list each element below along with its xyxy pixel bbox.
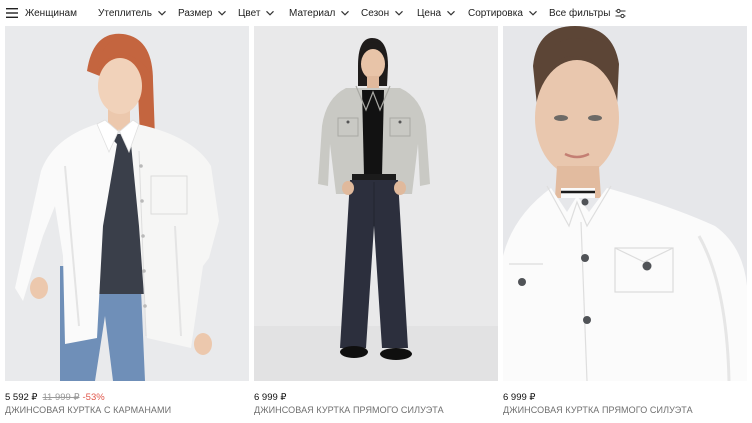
filter-label: Материал	[289, 7, 336, 19]
product-photo-model-3	[503, 26, 747, 381]
chevron-down-icon	[394, 8, 404, 18]
chevron-down-icon	[528, 8, 538, 18]
filter-price[interactable]: Цена	[417, 0, 456, 26]
chevron-down-icon	[340, 8, 350, 18]
product-card[interactable]: 5 592 ₽ 11 999 ₽ -53% ДЖИНСОВАЯ КУРТКА С…	[5, 26, 249, 415]
filter-size[interactable]: Размер	[178, 0, 227, 26]
product-photo-model-2	[254, 26, 498, 381]
category-label: Женщинам	[25, 7, 77, 19]
product-price: 5 592 ₽	[5, 391, 38, 403]
filter-label: Размер	[178, 7, 213, 19]
product-title[interactable]: ДЖИНСОВАЯ КУРТКА С КАРМАНАМИ	[5, 405, 249, 415]
filter-label: Цвет	[238, 7, 261, 19]
product-price: 6 999 ₽	[254, 391, 287, 403]
filter-label: Утеплитель	[98, 7, 152, 19]
product-card[interactable]: 6 999 ₽ ДЖИНСОВАЯ КУРТКА ПРЯМОГО СИЛУЭТА	[254, 26, 498, 415]
filter-material[interactable]: Материал	[289, 0, 350, 26]
all-filters-button[interactable]: Все фильтры	[549, 0, 626, 26]
product-title[interactable]: ДЖИНСОВАЯ КУРТКА ПРЯМОГО СИЛУЭТА	[254, 405, 498, 415]
product-price: 6 999 ₽	[503, 391, 536, 403]
chevron-down-icon	[446, 8, 456, 18]
chevron-down-icon	[157, 8, 167, 18]
product-old-price: 11 999 ₽	[42, 391, 80, 403]
product-title[interactable]: ДЖИНСОВАЯ КУРТКА ПРЯМОГО СИЛУЭТА	[503, 405, 747, 415]
product-card[interactable]: 6 999 ₽ ДЖИНСОВАЯ КУРТКА ПРЯМОГО СИЛУЭТА	[503, 26, 747, 415]
filter-label: Сезон	[361, 7, 390, 19]
hamburger-menu-icon	[6, 8, 18, 18]
filter-bar: Женщинам Утеплитель Размер Цвет Материал…	[0, 0, 752, 26]
category-menu-button[interactable]: Женщинам	[6, 0, 77, 26]
discount-badge: -53%	[82, 391, 105, 403]
filter-label: Цена	[417, 7, 442, 19]
chevron-down-icon	[265, 8, 275, 18]
product-image[interactable]	[5, 26, 249, 381]
filter-color[interactable]: Цвет	[238, 0, 275, 26]
settings-sliders-icon	[615, 8, 626, 19]
product-image[interactable]	[254, 26, 498, 381]
all-filters-label: Все фильтры	[549, 7, 611, 19]
filter-label: Сортировка	[468, 7, 523, 19]
chevron-down-icon	[217, 8, 227, 18]
filter-insulation[interactable]: Утеплитель	[98, 0, 167, 26]
filter-season[interactable]: Сезон	[361, 0, 404, 26]
product-image[interactable]	[503, 26, 747, 381]
sort-dropdown[interactable]: Сортировка	[468, 0, 538, 26]
product-photo-model-1	[5, 26, 249, 381]
